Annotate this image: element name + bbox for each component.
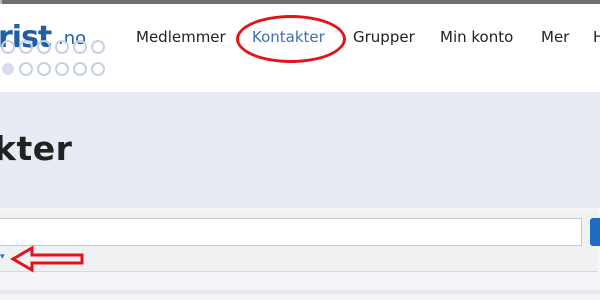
nav-item-help[interactable]: H <box>593 28 600 46</box>
nav-item-mer[interactable]: Mer <box>541 28 569 46</box>
page-title: kter <box>0 129 73 168</box>
content-divider <box>0 290 600 294</box>
annotation-circle <box>236 15 346 63</box>
advanced-search-toggle-icon[interactable]: ▾ <box>0 252 5 262</box>
nav-item-grupper[interactable]: Grupper <box>353 28 415 46</box>
search-input[interactable] <box>0 218 582 246</box>
annotation-arrow <box>10 245 84 273</box>
search-button[interactable] <box>590 218 600 246</box>
nav-item-min-konto[interactable]: Min konto <box>440 28 513 46</box>
page-banner <box>0 92 600 208</box>
nav-item-medlemmer[interactable]: Medlemmer <box>136 28 226 46</box>
